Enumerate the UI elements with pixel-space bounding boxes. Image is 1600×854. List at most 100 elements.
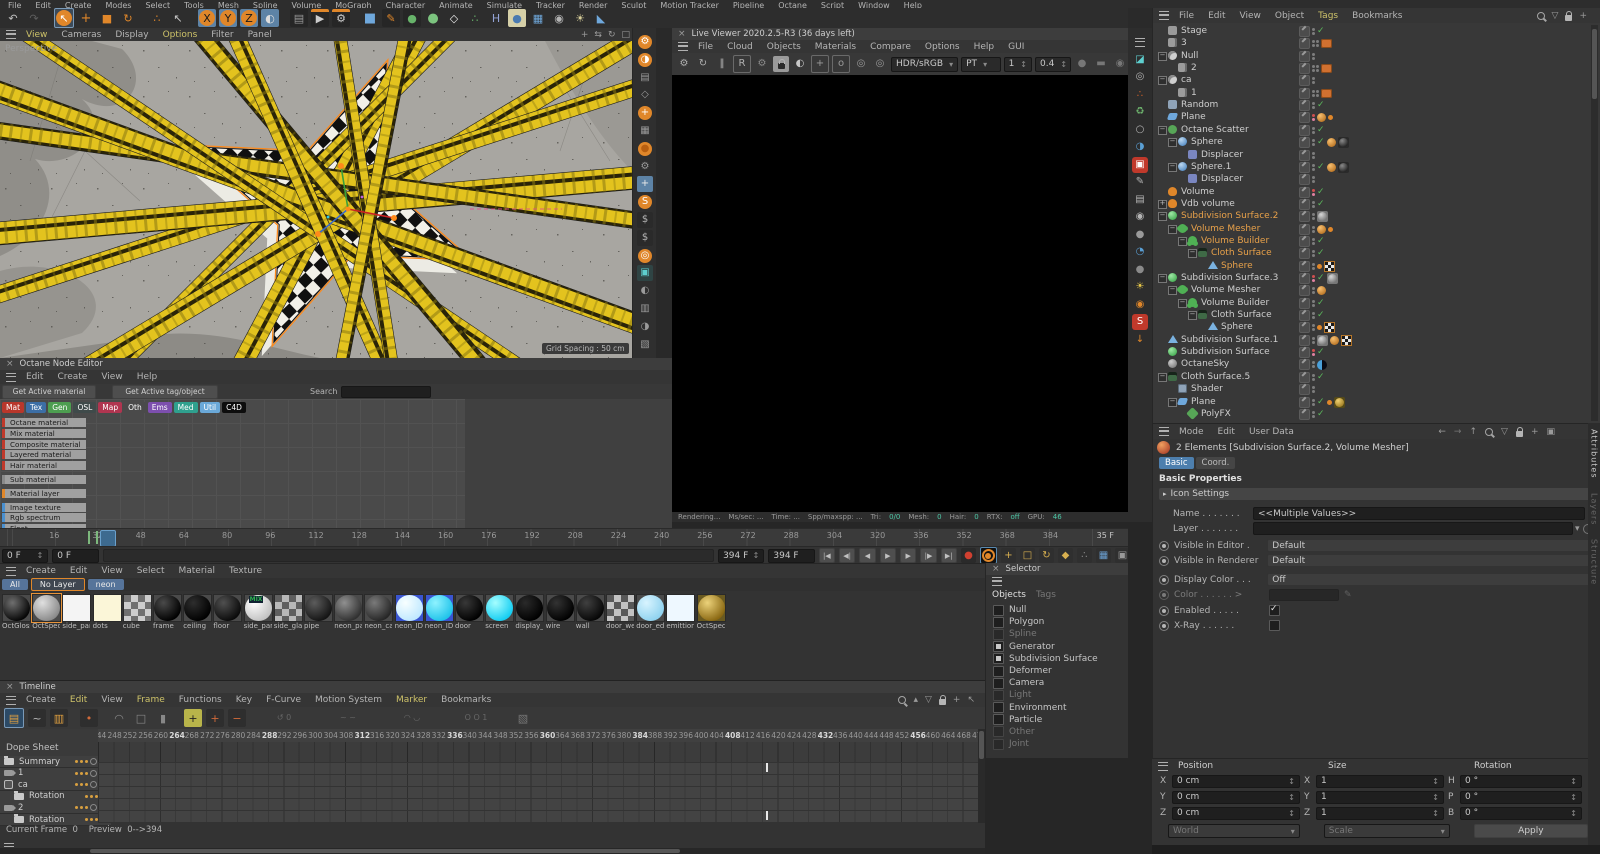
world-select[interactable]: World ▾	[1168, 824, 1300, 838]
expand-toggle[interactable]: −	[1178, 236, 1187, 246]
filter-icon[interactable]: ▽	[925, 695, 932, 705]
material-menu-view[interactable]: View	[101, 566, 122, 576]
node-editor-menu-create[interactable]: Create	[57, 372, 87, 382]
material-menu-select[interactable]: Select	[137, 566, 165, 576]
s-logo-icon[interactable]: S	[1132, 314, 1148, 330]
dock-tab-structure[interactable]: Structure	[1590, 539, 1599, 585]
material-layer-tab-no-layer[interactable]: No Layer	[30, 578, 85, 591]
pan-view-icon[interactable]: +	[581, 30, 589, 40]
camera-gray-icon[interactable]: ◉	[1132, 209, 1148, 225]
menu-item-tracker[interactable]: Tracker	[536, 1, 565, 8]
half-blue-icon[interactable]: ◑	[1132, 139, 1148, 155]
pencil-tag[interactable]	[1299, 384, 1310, 396]
dopesheet-mode-button[interactable]: ▤	[4, 708, 24, 728]
menu-item-file[interactable]: File	[8, 1, 21, 8]
pencil-tag[interactable]	[1299, 75, 1310, 87]
expand-toggle[interactable]: −	[1168, 224, 1177, 234]
pencil-tag[interactable]	[1299, 112, 1310, 124]
dock-tab-attributes[interactable]: Attributes	[1590, 429, 1599, 479]
autokey-button[interactable]	[979, 547, 997, 564]
dope-track-1[interactable]: 1	[0, 767, 101, 780]
add-cube-button[interactable]: ■	[361, 9, 379, 27]
material-item[interactable]: door_we	[606, 594, 635, 630]
filter-icon[interactable]: ▽	[1501, 427, 1508, 437]
material-item[interactable]: frame	[153, 594, 182, 630]
attribute-menu-mode[interactable]: Mode	[1179, 427, 1204, 437]
visibility-dots[interactable]	[1312, 77, 1315, 85]
coord-position-z-input[interactable]: 0 cm ↕	[1172, 806, 1300, 820]
node-item-hair-material[interactable]: Hair material	[2, 461, 86, 471]
bsphere-tag[interactable]	[1337, 161, 1349, 173]
pencil-tag[interactable]	[1299, 322, 1310, 334]
search-icon[interactable]	[1485, 427, 1494, 436]
octane-add-icon[interactable]: +	[637, 105, 653, 121]
bsphere-tag[interactable]	[1337, 137, 1349, 149]
previous-frame-button[interactable]: ◀	[859, 548, 876, 563]
node-tab-tex[interactable]: Tex	[26, 402, 47, 413]
menu-item-animate[interactable]: Animate	[439, 1, 473, 8]
rotate-view-icon[interactable]: ↻	[608, 30, 616, 40]
visible-renderer-radio[interactable]	[1159, 555, 1169, 566]
viewport-menu-cameras[interactable]: Cameras	[61, 30, 101, 40]
node-item-composite-material[interactable]: Composite material	[2, 439, 86, 449]
menu-item-volume[interactable]: Volume	[292, 1, 322, 8]
check-tag[interactable]: ✓	[1317, 199, 1325, 209]
object-manager-menu-tags[interactable]: Tags	[1318, 11, 1338, 21]
timeline-hscrollbar[interactable]	[0, 848, 985, 854]
visibility-dots[interactable]	[1312, 65, 1319, 73]
gray-tool-3-icon[interactable]: ◑	[637, 319, 653, 335]
object-row-1[interactable]: 1	[1157, 87, 1573, 99]
odot-tag[interactable]	[1328, 226, 1333, 232]
node-item-octane-material[interactable]: Octane material	[2, 418, 86, 427]
coord-position-x-input[interactable]: 0 cm ↕	[1172, 774, 1300, 788]
material-item[interactable]: OctSpec	[31, 593, 63, 630]
pencil-tag[interactable]	[1299, 396, 1310, 408]
material-item[interactable]: side_par	[62, 594, 92, 630]
pencil-tag[interactable]	[1299, 408, 1310, 420]
object-row-subdivision-surface-2[interactable]: − Subdivision Surface.2	[1157, 210, 1573, 223]
undo-icon[interactable]: ↶	[4, 9, 22, 27]
material-item[interactable]: side_gla	[273, 594, 303, 630]
pencil-tag[interactable]	[1299, 260, 1310, 272]
material-menu-icon[interactable]	[6, 566, 16, 576]
dope-track-2[interactable]: 2	[0, 802, 101, 815]
live-viewer-menu-file[interactable]: File	[698, 42, 713, 52]
colorspace-select[interactable]: HDR/sRGB ▾	[891, 56, 959, 72]
expand-toggle[interactable]: −	[1158, 76, 1167, 86]
object-manager-menu-object[interactable]: Object	[1275, 11, 1304, 21]
key-tool-button[interactable]: •	[80, 709, 98, 727]
node-tab-map[interactable]: Map	[98, 402, 123, 413]
pencil-tag[interactable]	[1299, 273, 1310, 284]
menu-item-modes[interactable]: Modes	[105, 1, 131, 8]
pin-button[interactable]: ▮	[154, 709, 172, 727]
visibility-dots[interactable]	[1312, 139, 1315, 147]
pencil-tag[interactable]	[1299, 186, 1310, 198]
visibility-dots[interactable]	[1312, 336, 1315, 344]
selector-item-null[interactable]: Null	[993, 604, 1129, 616]
expand-toggle[interactable]: −	[1158, 125, 1167, 135]
camera-export-icon[interactable]: ◉	[1112, 56, 1128, 72]
attribute-menu-user-data[interactable]: User Data	[1249, 427, 1294, 437]
visibility-dots[interactable]	[1312, 28, 1315, 35]
previous-key-button[interactable]: ◀|	[839, 548, 856, 563]
node-item-layered-material[interactable]: Layered material	[2, 450, 86, 460]
down-arrow-icon[interactable]: ↓	[1132, 332, 1148, 348]
film-tag[interactable]	[1321, 88, 1332, 98]
timeline-menu-view[interactable]: View	[101, 695, 122, 705]
camera-button[interactable]: ◉	[550, 9, 568, 27]
material-item[interactable]: door_ed	[636, 594, 666, 630]
dope-grid[interactable]	[98, 742, 978, 823]
material-item[interactable]: MIX side_par	[243, 594, 273, 630]
region-tool-button[interactable]: ◠	[110, 709, 128, 727]
odot-tag[interactable]	[1317, 325, 1322, 331]
pencil-tag[interactable]	[1299, 347, 1310, 359]
object-row-polyfx[interactable]: PolyFX ✓	[1157, 406, 1573, 420]
visibility-dots[interactable]	[1312, 213, 1315, 221]
material-item[interactable]: neon_ID	[424, 594, 454, 630]
viewport-menu-icon[interactable]	[6, 30, 16, 39]
spheres-stack-icon[interactable]: ●	[1132, 262, 1148, 278]
attribute-menu-icon[interactable]	[1159, 427, 1169, 436]
node-tab-oth[interactable]: Oth	[124, 402, 146, 413]
attribute-menu-edit[interactable]: Edit	[1218, 427, 1235, 437]
object-manager-menu-bookmarks[interactable]: Bookmarks	[1352, 11, 1402, 21]
